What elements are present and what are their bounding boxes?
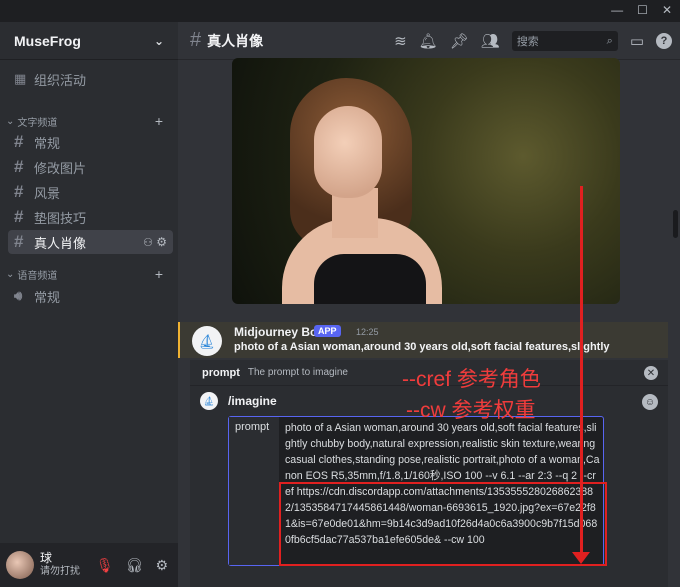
channel-header: # 真人肖像 ≋ 🔔︎ 📌︎ 👥︎ 搜索 ⌕ ▭ ?	[178, 22, 680, 60]
search-placeholder: 搜索	[516, 36, 539, 48]
help-icon[interactable]: ?	[656, 33, 672, 49]
bot-icon: ⛵︎	[200, 392, 218, 410]
channel-title: 真人肖像	[207, 32, 264, 49]
text-category[interactable]: ⌄ 文字频道 +	[6, 113, 171, 129]
hash-icon: #	[14, 132, 24, 151]
hash-icon: #	[14, 232, 24, 251]
chevron-down-icon: ⌄	[6, 268, 15, 280]
sidebar-item-general[interactable]: # 常规	[8, 130, 173, 154]
category-label: 语音频道	[17, 270, 58, 282]
option-name: prompt	[202, 366, 240, 379]
close-icon[interactable]: ✕	[662, 3, 672, 17]
user-panel: 球 请勿打扰 🎙︎ 🎧︎ ⚙	[0, 543, 178, 587]
hash-icon: #	[190, 29, 202, 51]
channel-label: 常规	[34, 135, 61, 151]
image-face	[314, 106, 382, 198]
command-row: ⛵︎ /imagine	[200, 392, 277, 410]
server-name: MuseFrog	[14, 32, 81, 49]
channel-sidebar: MuseFrog ⌄ ▦ 组织活动 ⌄ 文字频道 + # 常规 # 修改图片 #…	[0, 22, 178, 587]
sidebar-item-portrait[interactable]: # 真人肖像 ⚇ ⚙	[8, 230, 173, 254]
sidebar-item-image-tips[interactable]: # 垫图技巧	[8, 205, 173, 229]
command-name: /imagine	[228, 394, 277, 408]
image-dress	[314, 254, 426, 304]
bell-icon[interactable]: 🔔︎	[419, 32, 438, 50]
highlight-box	[279, 482, 607, 566]
speaker-icon: 🔊︎	[14, 288, 23, 303]
bot-message[interactable]: ⛵︎ Midjourney Bot APP 12:25 photo of a A…	[178, 322, 668, 358]
calendar-icon: ▦	[14, 71, 27, 86]
bot-author[interactable]: Midjourney Bot	[234, 325, 321, 339]
sidebar-item-landscape[interactable]: # 风景	[8, 180, 173, 204]
headphones-icon[interactable]: 🎧︎	[126, 557, 144, 574]
category-label: 文字频道	[17, 117, 58, 129]
events-item[interactable]: ▦ 组织活动	[8, 67, 173, 91]
channel-label: 常规	[34, 289, 61, 305]
hash-icon: #	[14, 182, 24, 201]
channel-label: 真人肖像	[34, 235, 87, 251]
gear-icon[interactable]: ⚙	[156, 235, 167, 249]
title-bar: — ☐ ✕	[0, 0, 680, 22]
search-input[interactable]: 搜索 ⌕	[511, 31, 618, 51]
username: 球	[40, 551, 53, 565]
hash-icon: #	[14, 157, 24, 176]
sidebar-item-voice-general[interactable]: 🔊︎ 常规	[8, 284, 173, 308]
channel-label: 垫图技巧	[34, 210, 87, 226]
channel-label: 修改图片	[34, 160, 87, 176]
prompt-option-label: prompt	[229, 417, 279, 565]
maximize-icon[interactable]: ☐	[637, 3, 648, 17]
add-member-icon[interactable]: ⚇	[143, 236, 153, 249]
hash-icon: #	[14, 207, 24, 226]
server-header[interactable]: MuseFrog ⌄	[0, 22, 178, 60]
cw-annotation: --cw 参考权重	[406, 399, 536, 422]
user-info[interactable]: 球 请勿打扰	[40, 552, 80, 578]
user-status: 请勿打扰	[40, 566, 80, 577]
window-controls: — ☐ ✕	[611, 3, 672, 17]
chevron-down-icon: ⌄	[153, 33, 164, 48]
voice-category[interactable]: ⌄ 语音频道 +	[6, 266, 171, 282]
message-timestamp: 12:25	[356, 327, 379, 337]
gear-icon[interactable]: ⚙	[155, 557, 168, 574]
members-icon[interactable]: 👥︎	[481, 32, 500, 50]
chevron-down-icon: ⌄	[6, 115, 15, 127]
app-badge: APP	[314, 325, 341, 337]
add-channel-icon[interactable]: +	[155, 113, 163, 129]
scrollbar[interactable]	[673, 210, 678, 238]
bot-avatar[interactable]: ⛵︎	[192, 326, 222, 356]
add-channel-icon[interactable]: +	[155, 266, 163, 282]
emoji-icon[interactable]: ☺	[642, 394, 658, 410]
cref-annotation: --cref 参考角色	[402, 368, 541, 391]
sidebar-item-edit-images[interactable]: # 修改图片	[8, 155, 173, 179]
channel-label: 风景	[34, 185, 61, 201]
threads-icon[interactable]: ≋	[394, 32, 407, 50]
events-label: 组织活动	[34, 72, 87, 88]
search-icon: ⌕	[606, 34, 613, 47]
mic-muted-icon[interactable]: 🎙︎	[96, 557, 114, 574]
avatar[interactable]	[6, 551, 34, 579]
generated-image[interactable]	[232, 58, 620, 304]
option-description: The prompt to imagine	[247, 367, 348, 378]
close-icon[interactable]: ✕	[644, 366, 658, 380]
message-text: photo of a Asian woman,around 30 years o…	[234, 341, 610, 353]
minimize-icon[interactable]: —	[611, 3, 623, 17]
inbox-icon[interactable]: ▭	[630, 32, 644, 50]
pin-icon[interactable]: 📌︎	[450, 32, 469, 50]
